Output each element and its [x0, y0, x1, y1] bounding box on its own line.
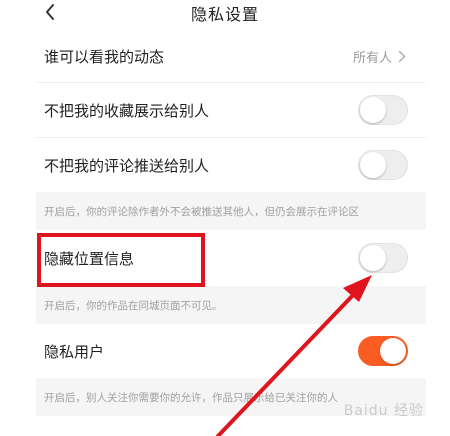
- privacy-settings-screen: 隐私设置 谁可以看我的动态 所有人 不把我的收藏展示给别人 不把我的评论推送给别…: [0, 0, 450, 436]
- annotation-arrow: [216, 275, 372, 436]
- watermark: Baidu 经验: [343, 403, 424, 419]
